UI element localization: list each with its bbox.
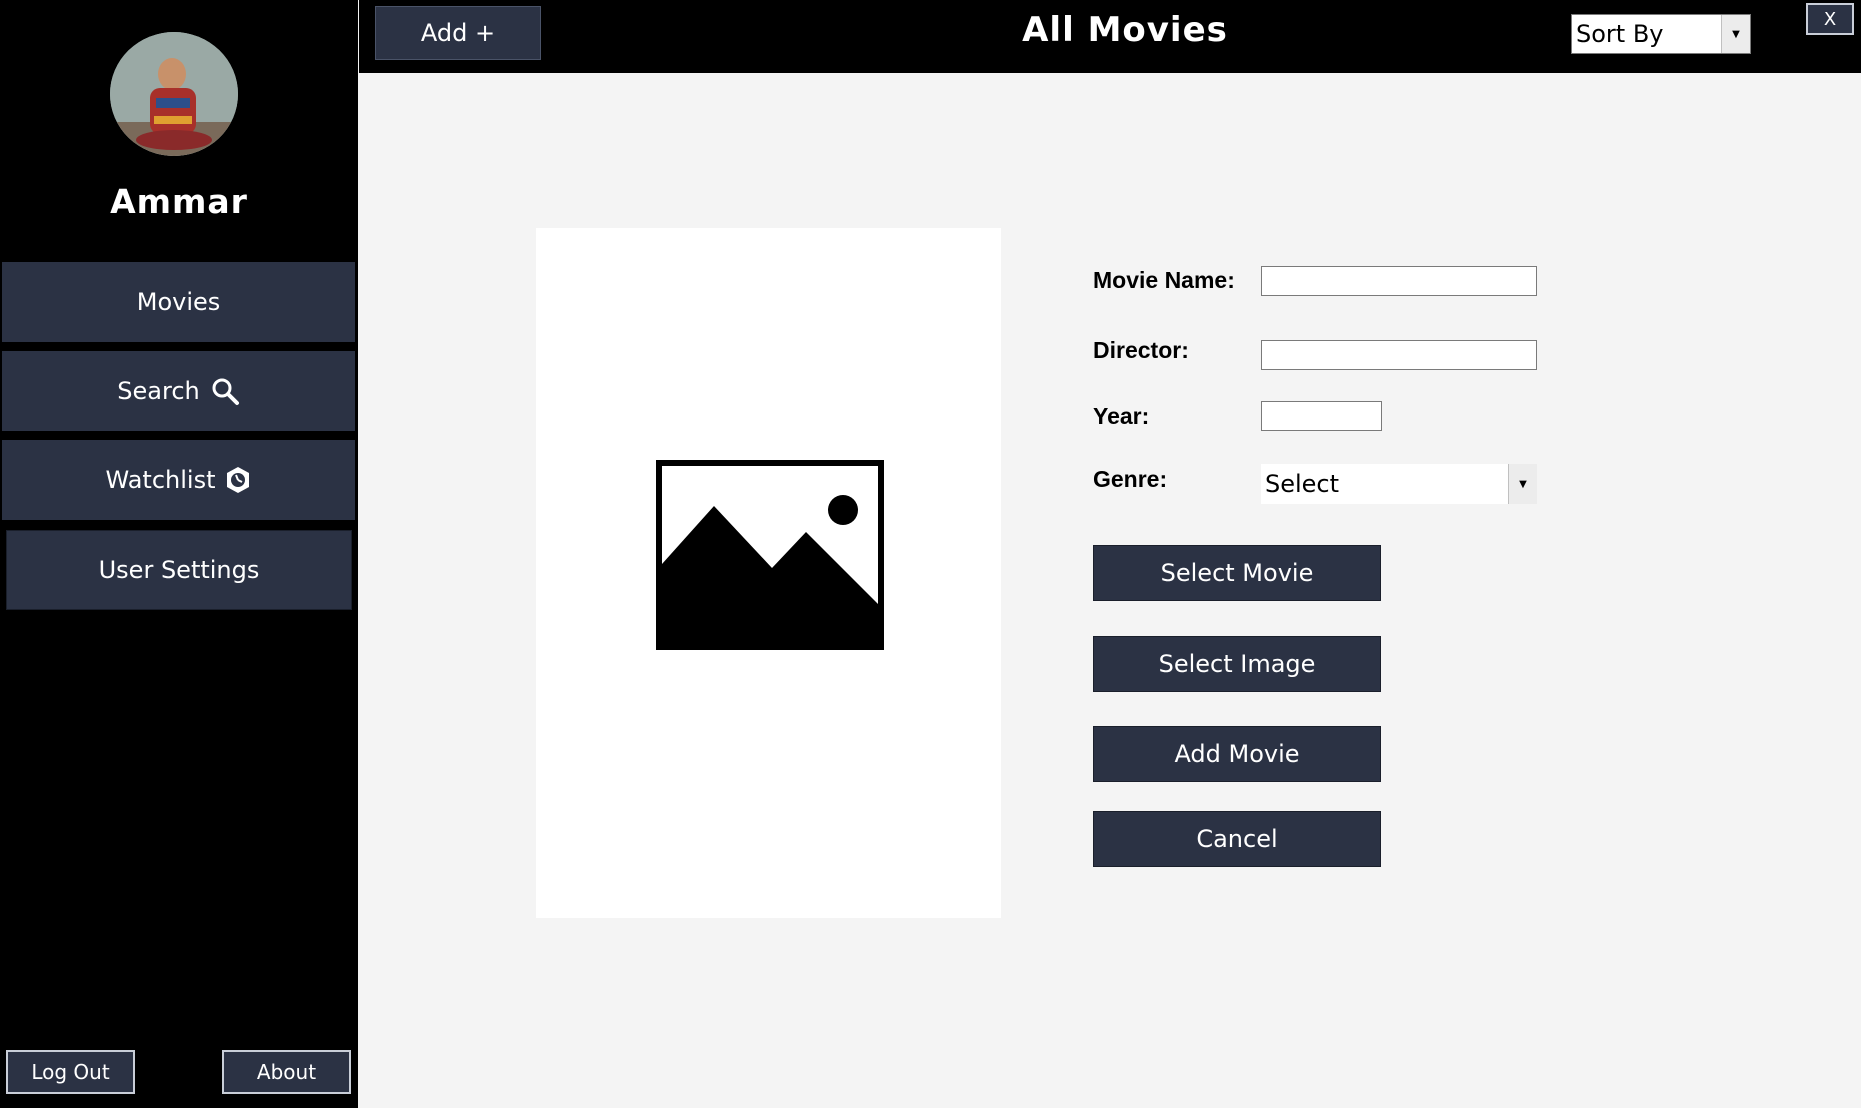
about-button[interactable]: About [222,1050,351,1094]
avatar [110,32,238,156]
logout-button[interactable]: Log Out [6,1050,135,1094]
genre-dropdown[interactable]: Select ▼ [1261,464,1537,504]
movie-name-input[interactable] [1261,266,1537,296]
add-button[interactable]: Add + [375,6,541,60]
sidebar-item-user-settings[interactable]: User Settings [6,530,352,610]
sidebar-item-label: Watchlist [105,466,216,494]
username: Ammar [110,182,248,221]
cancel-button[interactable]: Cancel [1093,811,1381,867]
director-input[interactable] [1261,340,1537,370]
sidebar-item-search[interactable]: Search [2,351,355,431]
add-movie-button[interactable]: Add Movie [1093,726,1381,782]
select-image-button[interactable]: Select Image [1093,636,1381,692]
year-label: Year: [1093,403,1150,429]
genre-dropdown-value: Select [1265,470,1340,498]
chevron-down-icon: ▼ [1508,464,1537,504]
sort-dropdown-label: Sort By [1576,20,1664,48]
sidebar-item-label: User Settings [98,556,260,584]
avatar-photo [110,32,238,156]
year-input[interactable] [1261,401,1382,431]
genre-label: Genre: [1093,466,1168,492]
movie-name-label: Movie Name: [1093,267,1235,293]
watchlist-icon [227,467,250,493]
chevron-down-icon: ▼ [1721,15,1750,53]
sidebar-item-label: Movies [136,288,221,316]
sidebar-item-label: Search [117,377,200,405]
page-title: All Movies [1022,10,1228,50]
director-label: Director: [1093,337,1189,363]
search-icon [212,378,239,405]
select-movie-button[interactable]: Select Movie [1093,545,1381,601]
sidebar-item-movies[interactable]: Movies [2,262,355,342]
sidebar-item-watchlist[interactable]: Watchlist [2,440,355,520]
sort-dropdown[interactable]: Sort By ▼ [1571,14,1751,54]
close-button[interactable]: X [1806,3,1854,35]
image-placeholder-icon [656,460,884,650]
